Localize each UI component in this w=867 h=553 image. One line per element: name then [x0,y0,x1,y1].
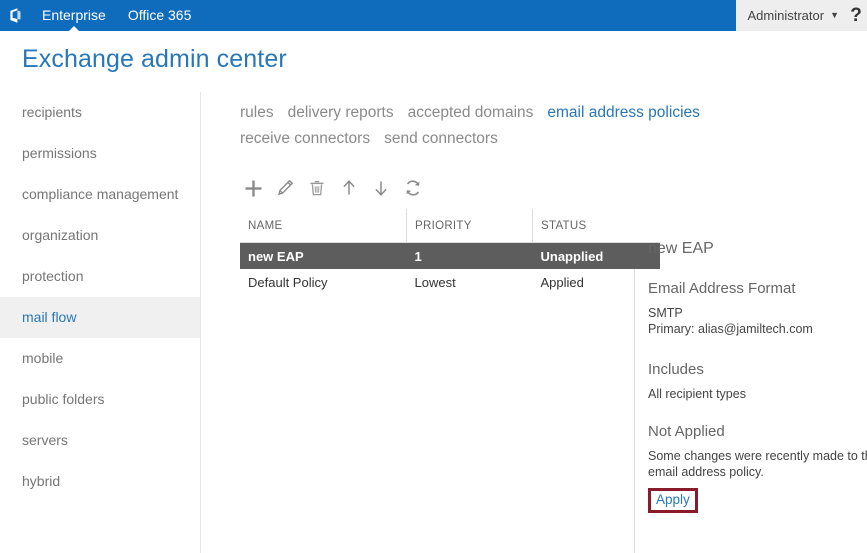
column-header-status[interactable]: STATUS [533,209,661,243]
sidebar-item-organization[interactable]: organization [0,215,200,256]
command-toolbar [240,175,426,201]
column-header-name[interactable]: NAME [240,209,407,243]
edit-pencil-icon [276,179,294,197]
sidebar-item-label: compliance management [22,186,178,202]
sidebar-item-label: public folders [22,391,105,407]
suite-bar: Enterprise Office 365 [0,0,736,31]
suite-bar-account-area: Administrator ▼ ? [736,0,867,31]
delete-trash-icon [308,179,326,197]
cell-status: Applied [533,269,661,295]
table-row[interactable]: new EAP 1 Unapplied [240,243,660,270]
sidebar-item-servers[interactable]: servers [0,420,200,461]
sidebar-item-protection[interactable]: protection [0,256,200,297]
details-format-heading: Email Address Format [648,280,867,297]
content-tabs: rules delivery reports accepted domains ema… [240,92,780,152]
details-includes-value: All recipient types [648,386,867,402]
refresh-button[interactable] [400,175,426,201]
column-header-priority[interactable]: PRIORITY [407,209,533,243]
sidebar-item-compliance-management[interactable]: compliance management [0,174,200,215]
sidebar-item-label: protection [22,268,83,284]
details-status-heading: Not Applied [648,423,867,440]
sidebar-item-label: servers [22,432,68,448]
sidebar-nav: recipients permissions compliance manage… [0,92,201,553]
sidebar-item-mobile[interactable]: mobile [0,338,200,379]
help-question-icon[interactable]: ? [845,0,867,31]
table-header-row: NAME PRIORITY STATUS [240,209,660,243]
move-up-button[interactable] [336,175,362,201]
edit-button[interactable] [272,175,298,201]
cell-status: Unapplied [533,243,661,270]
tab-rules[interactable]: rules [240,100,274,126]
details-pane: new EAP Email Address Format SMTP Primar… [648,240,867,553]
policies-table-container: NAME PRIORITY STATUS new EAP 1 Unapplied… [240,209,635,553]
app-launcher-button[interactable] [0,0,31,31]
apply-highlight-box: Apply [648,488,698,513]
refresh-icon [404,179,422,197]
cell-priority: Lowest [407,269,533,295]
sidebar-item-hybrid[interactable]: hybrid [0,461,200,502]
sidebar-item-permissions[interactable]: permissions [0,133,200,174]
delete-button[interactable] [304,175,330,201]
sidebar-item-label: mobile [22,350,63,366]
sidebar-item-label: organization [22,227,98,243]
table-row[interactable]: Default Policy Lowest Applied [240,269,660,295]
sidebar-item-mail-flow[interactable]: mail flow [0,297,200,338]
tab-send-connectors[interactable]: send connectors [384,126,498,152]
apply-link[interactable]: Apply [656,492,690,507]
sidebar-item-label: permissions [22,145,97,161]
details-title: new EAP [648,240,867,258]
move-down-button[interactable] [368,175,394,201]
cell-priority: 1 [407,243,533,270]
details-format-primary: Primary: alias@jamiltech.com [648,321,867,337]
cell-name: Default Policy [240,269,407,295]
add-button[interactable] [240,175,266,201]
tab-delivery-reports[interactable]: delivery reports [288,100,394,126]
office-logo-icon [7,7,24,24]
sidebar-item-label: recipients [22,104,82,120]
account-name-label[interactable]: Administrator [748,8,825,23]
page-title: Exchange admin center [22,45,287,74]
suite-link-enterprise[interactable]: Enterprise [31,0,117,31]
sidebar-item-recipients[interactable]: recipients [0,92,200,133]
details-includes-heading: Includes [648,361,867,378]
details-format-protocol: SMTP [648,305,867,321]
sidebar-item-label: mail flow [22,309,76,325]
add-icon [244,179,263,198]
tab-receive-connectors[interactable]: receive connectors [240,126,370,152]
move-up-arrow-icon [340,179,358,197]
sidebar-item-label: hybrid [22,473,60,489]
details-status-message: Some changes were recently made to this … [648,448,867,480]
move-down-arrow-icon [372,179,390,197]
cell-name: new EAP [240,243,407,270]
content-area: rules delivery reports accepted domains ema… [240,92,867,152]
tab-accepted-domains[interactable]: accepted domains [408,100,534,126]
policies-table: NAME PRIORITY STATUS new EAP 1 Unapplied… [240,209,660,295]
chevron-down-icon[interactable]: ▼ [830,10,839,20]
tab-email-address-policies[interactable]: email address policies [547,100,700,126]
sidebar-item-public-folders[interactable]: public folders [0,379,200,420]
suite-link-office365[interactable]: Office 365 [117,0,203,31]
